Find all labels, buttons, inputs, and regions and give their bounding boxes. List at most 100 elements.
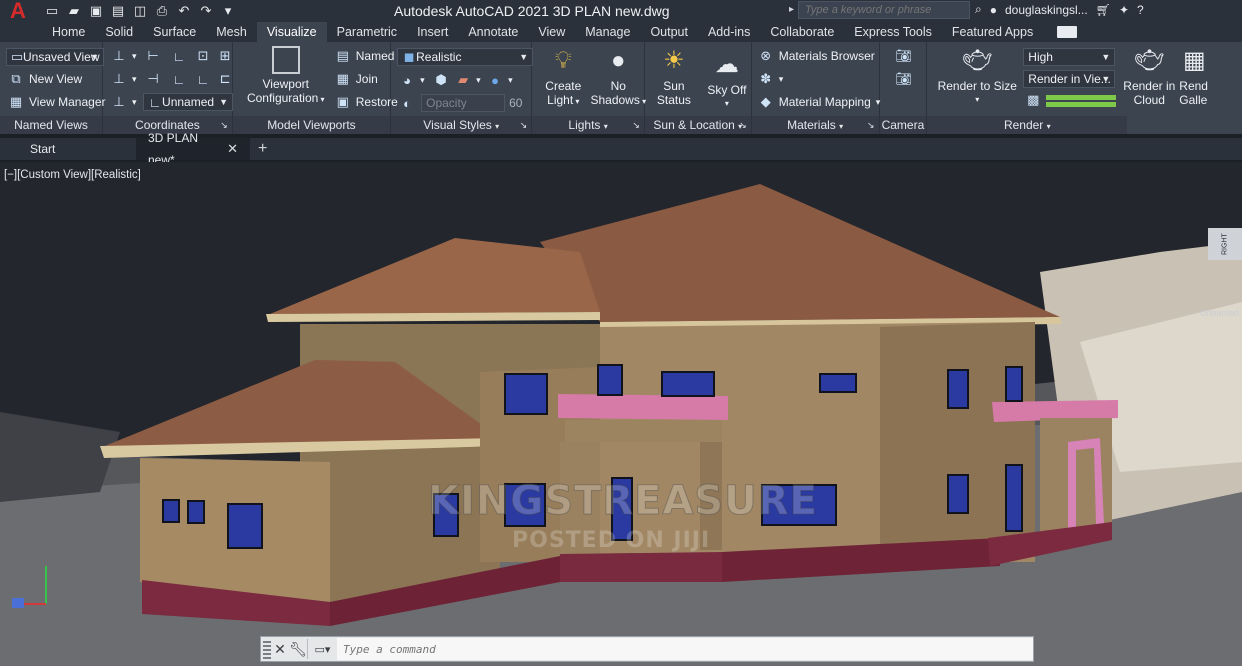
- tab-view[interactable]: View: [528, 22, 575, 42]
- tab-insert[interactable]: Insert: [407, 22, 458, 42]
- edge-effects-button[interactable]: ◕ ▾: [399, 72, 424, 88]
- save-as-icon[interactable]: ▤: [110, 3, 126, 19]
- command-line-grip[interactable]: [263, 639, 271, 659]
- materials-display-button[interactable]: ● ▾: [487, 72, 512, 88]
- render-gallery-button[interactable]: ▦ Rend Galle: [1179, 46, 1219, 108]
- ucs-view-button[interactable]: ⊡: [195, 48, 211, 64]
- panel-launcher-icon[interactable]: ↘: [520, 116, 528, 134]
- tab-home[interactable]: Home: [42, 22, 95, 42]
- viewport-configuration-button[interactable]: Viewport Configuration ▾: [243, 46, 329, 107]
- user-name[interactable]: douglaskingsl...: [1005, 3, 1088, 17]
- tab-collaborate[interactable]: Collaborate: [760, 22, 844, 42]
- ucs-y-button[interactable]: ∟: [171, 71, 187, 87]
- ucs-z-button[interactable]: ∟: [195, 71, 211, 87]
- render-to-size-button[interactable]: 🫖︎ Render to Size ▾: [935, 46, 1019, 107]
- search-box[interactable]: [798, 1, 970, 19]
- create-camera-button[interactable]: 📷︎: [895, 48, 912, 64]
- no-shadows-button[interactable]: ● No Shadows ▾: [590, 46, 646, 109]
- ucs-3point-button[interactable]: ⊏: [217, 71, 233, 87]
- tab-add-ins[interactable]: Add-ins: [698, 22, 760, 42]
- tab-express-tools[interactable]: Express Tools: [844, 22, 942, 42]
- xray-toggle[interactable]: ◐: [399, 95, 415, 111]
- ribbon-minimize-icon[interactable]: [1057, 26, 1078, 38]
- tab-visualize[interactable]: Visualize: [256, 22, 327, 42]
- panel-render: 🫖︎ Render to Size ▾ High ▼ Render in Vie.…: [927, 42, 1242, 134]
- camera-display-button[interactable]: 📷︎: [895, 71, 912, 87]
- render-in-cloud-button[interactable]: 🫖︎ Render in Cloud: [1121, 46, 1177, 108]
- tab-featured-apps[interactable]: Featured Apps: [942, 22, 1043, 42]
- sky-off-button[interactable]: ☁ Sky Off ▾: [699, 50, 755, 111]
- panel-launcher-icon[interactable]: ↘: [220, 116, 228, 134]
- user-icon[interactable]: ●: [990, 3, 997, 17]
- tab-annotate[interactable]: Annotate: [458, 22, 528, 42]
- materials-display-toggle[interactable]: ✽ ▾: [758, 71, 783, 87]
- viewcube-ucs-menu[interactable]: Unnamed: [1200, 308, 1239, 318]
- tab-manage[interactable]: Manage: [575, 22, 640, 42]
- tab-mesh[interactable]: Mesh: [206, 22, 257, 42]
- panel-launcher-icon[interactable]: ↘: [739, 116, 747, 134]
- render-environment-button[interactable]: ▩: [1025, 92, 1117, 108]
- render-quality-dropdown[interactable]: High ▼: [1023, 48, 1116, 66]
- ucs-object-icon: ⊞: [219, 48, 231, 63]
- create-light-button[interactable]: 💡︎ Create Light ▾: [536, 46, 590, 109]
- open-web-icon[interactable]: ◫: [132, 3, 148, 19]
- new-view-button[interactable]: ⧉ New View: [8, 71, 82, 87]
- panel-camera: 📷︎ 📷︎ Camera: [879, 42, 928, 134]
- join-viewports-button[interactable]: ▦ Join: [335, 71, 378, 87]
- material-mapping-button[interactable]: ◆ Material Mapping ▾: [758, 94, 881, 110]
- unsaved-view-dropdown[interactable]: ▭ Unsaved View ▼: [6, 48, 104, 66]
- tab-output[interactable]: Output: [640, 22, 698, 42]
- wrench-icon[interactable]: 🔧︎: [289, 640, 307, 658]
- panel-launcher-icon[interactable]: ↘: [867, 116, 875, 134]
- panel-sun-location: ☀ Sun Status ☁ Sky Off ▾ Sun & Location …: [644, 42, 755, 134]
- search-icon[interactable]: ⌕: [975, 2, 982, 17]
- new-tab-icon[interactable]: +: [258, 138, 267, 160]
- customize-qat-icon[interactable]: ▾: [220, 3, 236, 19]
- ucs-origin-button[interactable]: ∟: [171, 48, 187, 64]
- ucs-object-button[interactable]: ⊞: [217, 48, 233, 64]
- ucs-button[interactable]: ⊥ ▾: [111, 48, 136, 64]
- close-icon[interactable]: ✕: [271, 640, 289, 658]
- materials-browser-button[interactable]: ⊗ Materials Browser: [758, 48, 874, 64]
- viewport-controls-label[interactable]: [−][Custom View][Realistic]: [4, 169, 141, 181]
- search-input[interactable]: [805, 4, 955, 16]
- ucs-named-dropdown[interactable]: ∟ Unnamed ▼: [143, 93, 234, 111]
- ucs-settings-button[interactable]: ⊥ ▾: [111, 94, 136, 110]
- viewcube[interactable]: RIGHT: [1208, 228, 1242, 260]
- restore-viewports-button[interactable]: ▣ Restore: [335, 94, 398, 110]
- save-icon[interactable]: ▣: [88, 3, 104, 19]
- search-expand-icon[interactable]: ▸: [789, 4, 794, 15]
- app-menu-button[interactable]: A: [0, 0, 36, 23]
- ucs-world-button[interactable]: ⊢: [145, 48, 161, 64]
- named-viewports-button[interactable]: ▤ Named: [335, 48, 395, 64]
- help-icon[interactable]: ?: [1137, 3, 1144, 17]
- tab-solid[interactable]: Solid: [95, 22, 143, 42]
- close-icon[interactable]: ✕: [227, 138, 238, 160]
- new-file-icon[interactable]: ▭: [44, 3, 60, 19]
- tab-surface[interactable]: Surface: [143, 22, 206, 42]
- opacity-field[interactable]: Opacity: [421, 94, 506, 112]
- ucs-icon-button[interactable]: ⊥ ▾: [111, 71, 136, 87]
- face-colors-button[interactable]: ▰ ▾: [455, 72, 481, 88]
- drawing-viewport[interactable]: [−][Custom View][Realistic] RIGHT Unname…: [0, 162, 1242, 666]
- exchange-icon[interactable]: ✦: [1119, 3, 1129, 17]
- command-input[interactable]: [337, 638, 1033, 660]
- cart-icon[interactable]: 🛒︎: [1096, 3, 1111, 17]
- redo-icon[interactable]: ↷: [198, 3, 214, 19]
- open-folder-icon[interactable]: ▰: [66, 3, 82, 19]
- undo-icon[interactable]: ↶: [176, 3, 192, 19]
- view-manager-button[interactable]: ▦ View Manager: [8, 94, 106, 110]
- panel-launcher-icon[interactable]: ↘: [632, 116, 640, 134]
- render-to-size-caret: ▾: [975, 95, 980, 104]
- ucs-x-button[interactable]: ⊣: [145, 71, 161, 87]
- shadows-button[interactable]: ⬢: [433, 72, 449, 88]
- doc-tab-active[interactable]: 3D PLAN new* ✕: [136, 131, 250, 167]
- scene-render: [0, 162, 1242, 666]
- tab-parametric[interactable]: Parametric: [327, 22, 407, 42]
- visual-style-dropdown[interactable]: ◼ Realistic ▼: [397, 48, 534, 66]
- plot-icon[interactable]: ⎙: [154, 3, 170, 19]
- recent-commands-icon[interactable]: ▭▾: [307, 639, 337, 659]
- sun-status-button[interactable]: ☀ Sun Status: [649, 46, 699, 108]
- render-in-dropdown[interactable]: Render in Vie... ▼: [1023, 70, 1116, 88]
- doc-tab-start[interactable]: Start: [18, 138, 134, 160]
